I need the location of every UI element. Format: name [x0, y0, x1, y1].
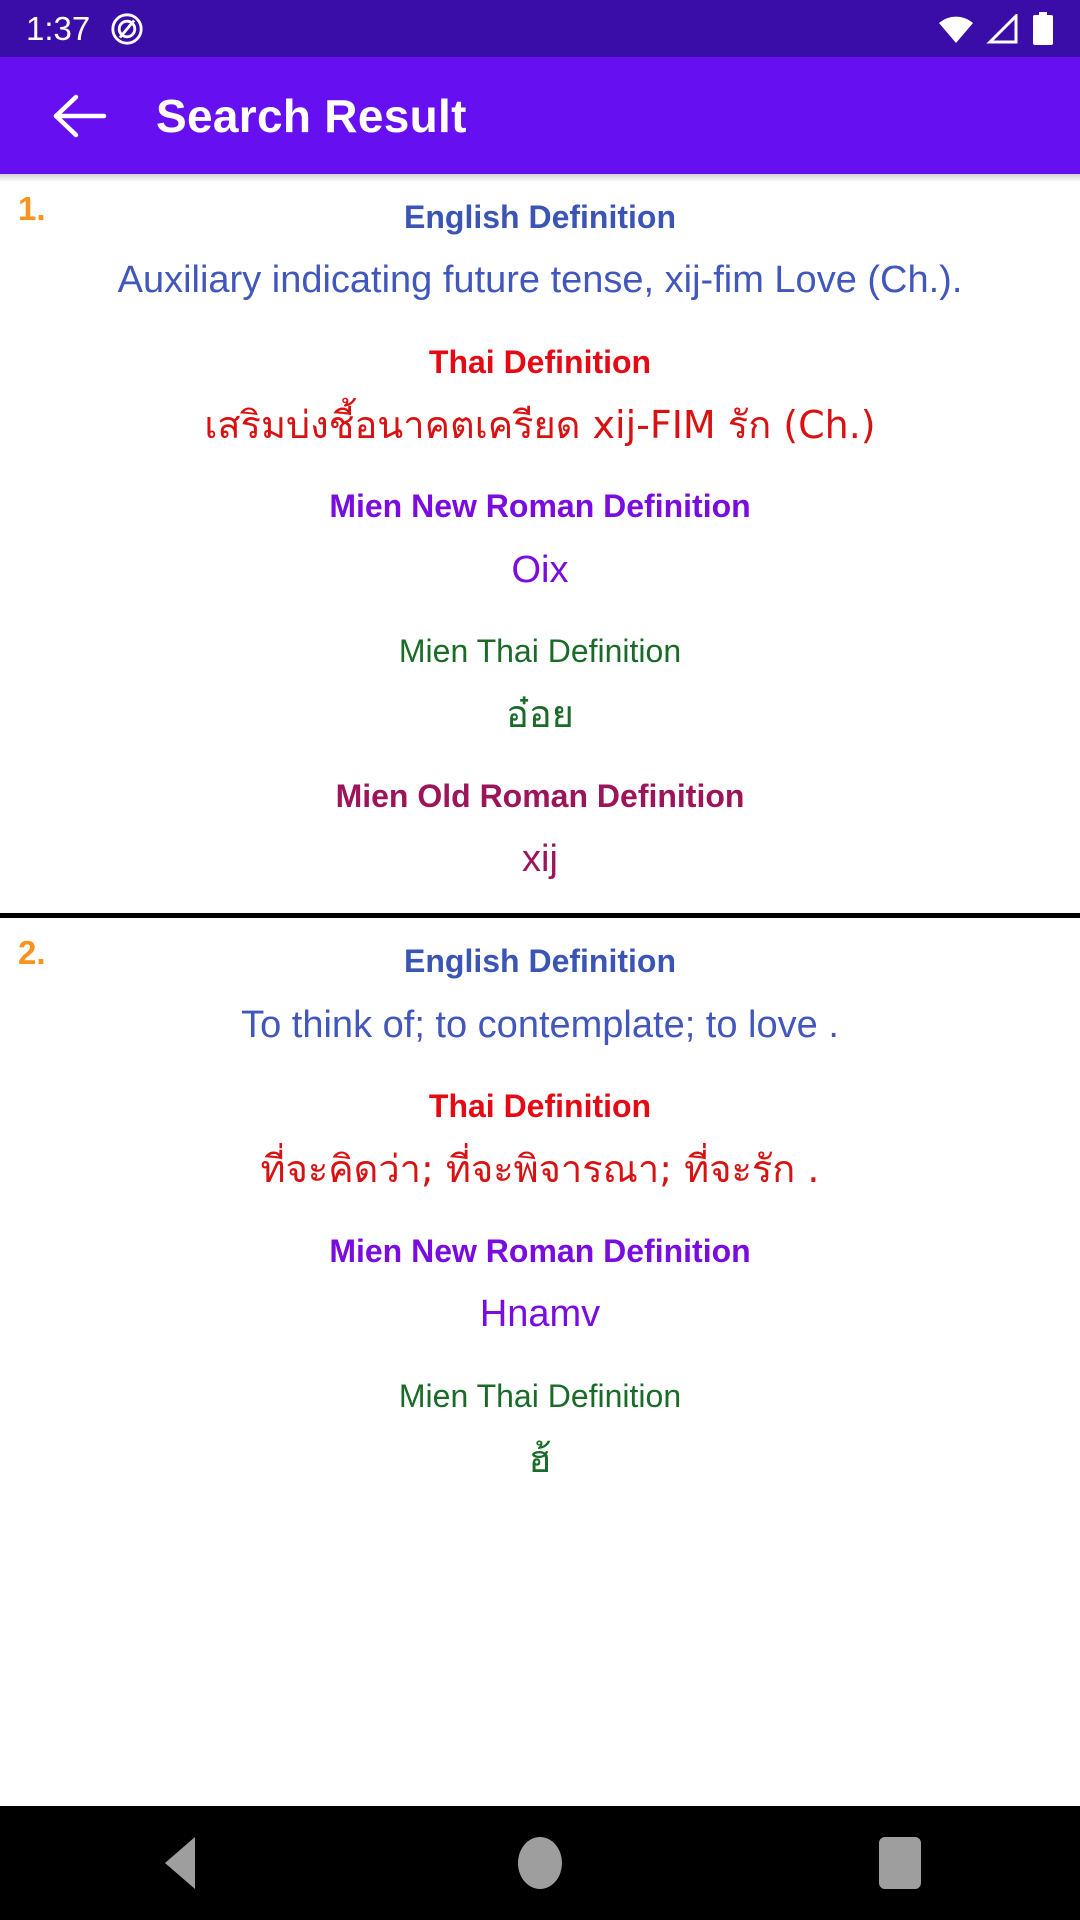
app-notification-icon — [110, 12, 144, 46]
field-value: Auxiliary indicating future tense, xij-f… — [117, 259, 963, 302]
field-value: xij — [522, 837, 558, 880]
field-value: เสริมบ่งชี้อนาคตเครียด xij-FIM รัก (Ch.) — [204, 402, 876, 447]
status-bar-right — [938, 11, 1054, 46]
field-value: อ๋อย — [506, 692, 574, 737]
result-entry[interactable]: 2. English Definition To think of; to co… — [0, 918, 1080, 1509]
field-mien-thai-definition: Mien Thai Definition อ๋อย — [0, 620, 1080, 765]
status-bar: 1:37 — [0, 0, 1080, 57]
page-title: Search Result — [156, 89, 467, 142]
field-value: ที่จะคิดว่า; ที่จะพิจารณา; ที่จะรัก . — [260, 1147, 820, 1192]
field-value: ฮ้ — [528, 1436, 552, 1481]
nav-home-button[interactable] — [470, 1806, 610, 1920]
result-index: 2. — [18, 934, 46, 972]
field-value: Oix — [511, 548, 569, 591]
nav-recents-button[interactable] — [830, 1806, 970, 1920]
field-label: English Definition — [404, 943, 676, 980]
app-bar: Search Result — [0, 57, 1080, 174]
field-label: Mien New Roman Definition — [329, 1232, 751, 1269]
arrow-left-icon — [52, 93, 108, 139]
field-mien-thai-definition: Mien Thai Definition ฮ้ — [0, 1365, 1080, 1510]
field-label: Mien Thai Definition — [398, 633, 682, 670]
field-label: Mien New Roman Definition — [329, 488, 751, 525]
nav-home-icon — [518, 1837, 562, 1889]
field-english-definition: English Definition To think of; to conte… — [0, 930, 1080, 1075]
field-english-definition: English Definition Auxiliary indicating … — [0, 186, 1080, 331]
field-label: Mien Thai Definition — [398, 1377, 682, 1414]
nav-back-button[interactable] — [110, 1806, 250, 1920]
status-clock: 1:37 — [26, 10, 91, 47]
result-index: 1. — [18, 190, 46, 227]
cellular-signal-icon — [986, 13, 1020, 44]
battery-icon — [1032, 11, 1054, 46]
field-label: Thai Definition — [428, 343, 652, 380]
field-label: Mien Old Roman Definition — [335, 777, 745, 814]
field-label: Thai Definition — [428, 1088, 652, 1125]
search-results-list[interactable]: 1. English Definition Auxiliary indicati… — [0, 174, 1080, 1920]
field-thai-definition: Thai Definition เสริมบ่งชี้อนาคตเครียด x… — [0, 331, 1080, 476]
result-entry[interactable]: 1. English Definition Auxiliary indicati… — [0, 174, 1080, 909]
nav-back-icon — [165, 1837, 195, 1889]
wifi-icon — [938, 14, 974, 44]
field-value: Hnamv — [479, 1293, 601, 1335]
field-mien-new-roman-definition: Mien New Roman Definition Oix — [0, 475, 1080, 620]
field-mien-old-roman-definition: Mien Old Roman Definition xij — [0, 765, 1080, 910]
field-thai-definition: Thai Definition ที่จะคิดว่า; ที่จะพิจารณ… — [0, 1075, 1080, 1220]
field-value: To think of; to contemplate; to love . — [241, 1003, 839, 1046]
nav-recents-icon — [879, 1837, 921, 1889]
back-button[interactable] — [48, 84, 112, 148]
system-navigation-bar — [0, 1806, 1080, 1920]
field-label: English Definition — [404, 199, 676, 235]
status-bar-left: 1:37 — [26, 12, 144, 46]
field-mien-new-roman-definition: Mien New Roman Definition Hnamv — [0, 1220, 1080, 1365]
